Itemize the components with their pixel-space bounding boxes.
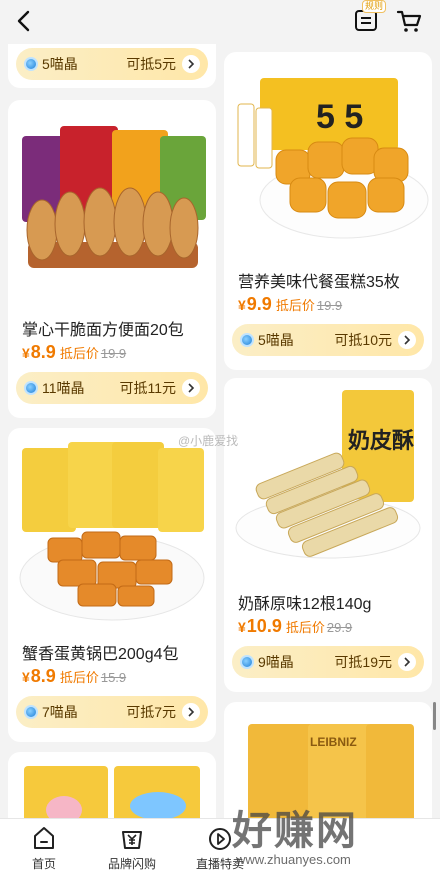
price: ¥8.9: [22, 342, 56, 362]
product-name: 奶酥原味12根140g: [238, 596, 372, 613]
product-image: [19, 442, 205, 621]
after-label: 抵后价: [285, 620, 325, 635]
coin-label: 5喵晶: [42, 56, 78, 72]
coin-label: 9喵晶: [258, 654, 294, 670]
back-arrow-icon[interactable]: [12, 8, 38, 34]
tab-label: 品牌闪购: [107, 857, 156, 871]
home-icon: [34, 827, 54, 849]
tab-home[interactable]: 首页: [0, 825, 88, 872]
deduct-label: 可抵10元: [334, 332, 392, 348]
product-card[interactable]: 蟹香蛋黄锅巴200g4包 ¥8.9 抵后价 15.9 7喵晶 可抵7元: [8, 428, 216, 742]
original-price: 19.9: [100, 346, 127, 361]
original-price: 29.9: [326, 620, 353, 635]
coin-icon: [24, 705, 38, 719]
coin-label: 5喵晶: [258, 332, 294, 348]
deduct-label: 可抵7元: [126, 704, 176, 720]
coin-icon: [24, 57, 38, 71]
cake-box-text: 5 5: [316, 98, 363, 136]
product-image: 奶皮酥: [235, 390, 421, 559]
leibniz-text: LEIBNIZ: [310, 735, 357, 749]
product-card[interactable]: 奶皮酥 奶酥原味12根140g ¥10.9 抵后价 29.9 9喵晶 可抵19元: [224, 378, 432, 692]
price: ¥8.9: [22, 666, 56, 686]
coin-icon: [24, 381, 38, 395]
price: ¥9.9: [238, 294, 272, 314]
cart-icon[interactable]: [396, 8, 422, 34]
after-label: 抵后价: [59, 346, 99, 361]
price-row: ¥8.9 抵后价 19.9: [22, 342, 126, 363]
deduct-label: 可抵11元: [119, 380, 176, 396]
after-label: 抵后价: [59, 670, 99, 685]
product-name: 蟹香蛋黄锅巴200g4包: [22, 646, 179, 663]
deduct-label: 可抵19元: [334, 654, 392, 670]
price-row: ¥9.9 抵后价 19.9: [238, 294, 342, 315]
coin-bar[interactable]: 7喵晶 可抵7元: [16, 696, 208, 728]
price: ¥10.9: [238, 616, 282, 636]
price-row: ¥10.9 抵后价 29.9: [238, 616, 352, 637]
brand-watermark-url: www.zhuanyes.com: [236, 852, 351, 867]
top-bar: 规则: [0, 0, 440, 44]
product-name: 掌心干脆面方便面20包: [22, 322, 184, 339]
coin-bar[interactable]: 11喵晶 可抵11元: [16, 372, 208, 404]
product-card[interactable]: 掌心干脆面方便面20包 ¥8.9 抵后价 19.9 11喵晶 可抵11元: [8, 100, 216, 418]
chevron-right-icon: [398, 653, 416, 671]
coin-bar[interactable]: 9喵晶 可抵19元: [232, 646, 424, 678]
product-card[interactable]: 5 5 营养美味代餐蛋糕35枚 ¥9.9 抵后价 19.9 5喵晶 可抵10元: [224, 52, 432, 370]
chevron-right-icon: [182, 703, 200, 721]
product-image: [22, 126, 206, 268]
chevron-right-icon: [398, 331, 416, 349]
deduct-label: 可抵5元: [126, 56, 176, 72]
coin-bar[interactable]: 5喵晶 可抵10元: [232, 324, 424, 356]
live-play-icon: [209, 828, 231, 850]
chevron-right-icon: [182, 379, 200, 397]
price-row: ¥8.9 抵后价 15.9: [22, 666, 126, 687]
product-name: 营养美味代餐蛋糕35枚: [238, 274, 400, 291]
coin-icon: [240, 655, 254, 669]
coin-label: 11喵晶: [42, 380, 85, 396]
brand-watermark: 好赚网: [232, 809, 358, 853]
product-image: 5 5: [237, 78, 429, 239]
tab-label: 首页: [31, 857, 56, 871]
coin-bar[interactable]: 5喵晶 可抵5元: [16, 48, 208, 80]
original-price: 19.9: [316, 298, 343, 313]
tab-brand-flash[interactable]: 品牌闪购: [88, 825, 176, 872]
coin-icon: [240, 333, 254, 347]
rules-tag[interactable]: 规则: [362, 0, 387, 13]
biscuit-box-text: 奶皮酥: [348, 428, 414, 454]
chevron-right-icon: [182, 55, 200, 73]
original-price: 15.9: [100, 670, 127, 685]
bottom-tab-bar: 首页 品牌闪购 直播特卖: [0, 818, 440, 886]
yen-bag-icon: [122, 831, 142, 849]
scrollbar-thumb[interactable]: [433, 702, 436, 730]
weibo-watermark: @小鹿爱找: [178, 434, 239, 448]
coin-label: 7喵晶: [42, 704, 78, 720]
after-label: 抵后价: [275, 298, 315, 313]
